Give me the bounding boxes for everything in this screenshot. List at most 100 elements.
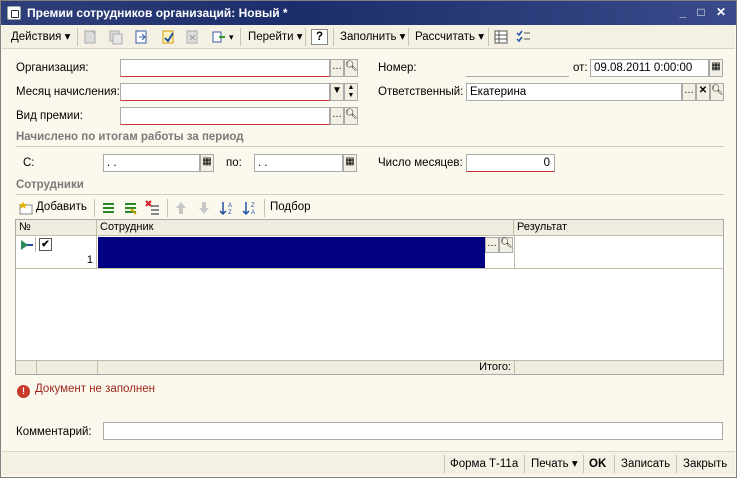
organization-select-button[interactable]: … <box>330 59 344 77</box>
period-section-title: Начислено по итогам работы за период <box>16 131 244 143</box>
table-header: № Сотрудник Результат <box>16 220 723 236</box>
separator <box>333 28 334 46</box>
separator <box>77 28 78 46</box>
title-bar: Премии сотрудников организаций: Новый * … <box>1 1 736 25</box>
row-number: 1 <box>86 254 93 266</box>
add-copy-icon[interactable] <box>100 200 116 216</box>
window-title: Премии сотрудников организаций: Новый * <box>27 6 288 20</box>
form-t11a-button[interactable]: Форма Т-11а <box>450 456 518 472</box>
print-menu[interactable]: Печать ▾ <box>531 456 578 472</box>
column-divider <box>97 361 98 374</box>
sort-ascending-icon[interactable]: AZ <box>219 200 235 216</box>
column-header-result[interactable]: Результат <box>514 220 723 236</box>
bonus-type-select-button[interactable]: … <box>330 107 344 125</box>
date-field[interactable]: 09.08.2011 0:00:00 <box>590 59 709 77</box>
ok-button[interactable]: OK <box>589 456 606 472</box>
save-button[interactable]: Записать <box>621 456 670 472</box>
move-up-icon[interactable] <box>173 200 189 216</box>
warning-icon: ! <box>17 385 30 398</box>
organization-search-icon[interactable]: 🔍︎ <box>344 59 358 77</box>
column-header-employee[interactable]: Сотрудник <box>97 220 514 236</box>
separator <box>94 199 95 217</box>
comment-field[interactable] <box>103 422 723 440</box>
copy-icon[interactable] <box>108 29 124 45</box>
move-down-icon[interactable] <box>196 200 212 216</box>
number-label: Номер: <box>378 62 417 74</box>
close-icon[interactable]: ✕ <box>713 5 729 19</box>
calculate-menu[interactable]: Рассчитать ▾ <box>415 28 484 46</box>
months-count-field[interactable]: 0 <box>466 154 555 172</box>
responsible-search-icon[interactable]: 🔍︎ <box>710 83 724 101</box>
help-button[interactable]: ? <box>311 29 328 45</box>
actions-menu[interactable]: Действия ▾ <box>11 28 70 46</box>
employee-cell-editor[interactable] <box>98 237 485 268</box>
delete-row-icon[interactable] <box>145 200 161 216</box>
separator <box>408 28 409 46</box>
separator <box>444 455 445 473</box>
month-spinner[interactable]: ▲ ▼ <box>344 83 358 101</box>
edit-doc-icon[interactable] <box>134 29 150 45</box>
employee-search-icon[interactable]: 🔍︎ <box>499 237 513 253</box>
result-cell[interactable] <box>515 236 723 269</box>
date-from-label: от: <box>573 62 588 74</box>
list-settings-icon[interactable] <box>493 29 509 45</box>
main-toolbar: Действия ▾ ▾ Перейти ▾ ? Заполнить ▾ Рас… <box>2 25 735 49</box>
column-divider <box>36 361 37 374</box>
document-window: Премии сотрудников организаций: Новый * … <box>0 0 737 478</box>
organization-field[interactable] <box>120 59 330 77</box>
column-header-number[interactable]: № <box>16 220 97 236</box>
post-doc-icon[interactable] <box>160 29 176 45</box>
clear-icon[interactable]: ✕ <box>696 83 710 101</box>
number-field[interactable] <box>466 59 569 77</box>
pick-button[interactable]: Подбор <box>270 201 311 213</box>
responsible-label: Ответственный: <box>378 86 464 98</box>
new-doc-icon[interactable] <box>82 29 98 45</box>
bottom-toolbar: Форма Т-11а Печать ▾ OK Записать Закрыть <box>2 451 735 475</box>
row-number-cell: ✔ 1 <box>16 236 97 269</box>
goto-menu-label: Перейти <box>248 31 294 43</box>
separator <box>305 28 306 46</box>
chevron-down-icon[interactable]: ▼ <box>330 83 344 101</box>
calendar-icon[interactable]: ▦ <box>200 154 214 172</box>
comment-label: Комментарий: <box>16 426 92 438</box>
calendar-icon[interactable]: ▦ <box>343 154 357 172</box>
unpost-doc-icon[interactable] <box>184 29 200 45</box>
goto-menu[interactable]: Перейти ▾ <box>248 28 303 46</box>
separator <box>264 199 265 217</box>
checklist-icon[interactable] <box>515 29 531 45</box>
row-indicator <box>16 237 36 252</box>
accrual-month-label: Месяц начисления: <box>16 86 120 98</box>
period-to-field[interactable]: . . <box>254 154 343 172</box>
sort-descending-icon[interactable]: ZA <box>242 200 258 216</box>
accrual-month-field[interactable] <box>120 83 330 101</box>
section-divider <box>16 146 724 147</box>
separator <box>583 455 584 473</box>
row-active-checkbox[interactable]: ✔ <box>39 238 52 251</box>
responsible-select-button[interactable]: … <box>682 83 696 101</box>
edit-row-icon[interactable] <box>122 200 138 216</box>
responsible-field[interactable]: Екатерина <box>466 83 682 101</box>
employee-select-button[interactable]: … <box>485 237 499 253</box>
separator <box>614 455 615 473</box>
fill-menu[interactable]: Заполнить ▾ <box>340 28 405 46</box>
calendar-icon[interactable]: ▦ <box>709 59 723 77</box>
maximize-icon[interactable]: □ <box>693 5 709 19</box>
separator <box>488 28 489 46</box>
separator <box>240 28 241 46</box>
svg-text:Z: Z <box>228 210 232 216</box>
period-from-field[interactable]: . . <box>103 154 200 172</box>
structure-dropdown[interactable]: ▾ <box>229 28 234 46</box>
months-count-label: Число месяцев: <box>378 157 463 169</box>
period-from-label: С: <box>23 157 35 169</box>
close-button[interactable]: Закрыть <box>683 456 727 472</box>
period-to-label: по: <box>226 157 242 169</box>
bonus-type-search-icon[interactable]: 🔍︎ <box>344 107 358 125</box>
minimize-icon[interactable]: _ <box>675 5 691 19</box>
total-label: Итого: <box>479 361 511 373</box>
bonus-type-field[interactable] <box>120 107 330 125</box>
svg-text:A: A <box>228 203 232 209</box>
add-row-button[interactable]: Добавить <box>36 201 87 213</box>
add-row-icon[interactable] <box>18 200 34 216</box>
table-row[interactable]: ✔ 1 … 🔍︎ <box>16 236 723 269</box>
structure-icon[interactable] <box>211 29 227 45</box>
